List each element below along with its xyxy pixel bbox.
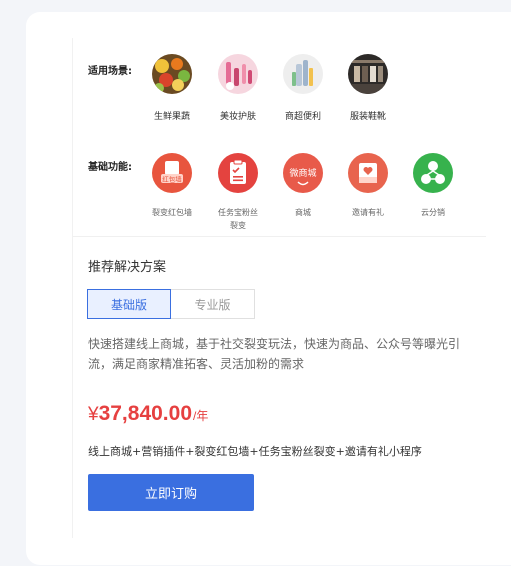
section-divider (73, 236, 486, 237)
tab-professional[interactable]: 专业版 (171, 289, 255, 319)
invitation-icon (348, 153, 388, 193)
divider (72, 38, 73, 538)
supermarket-photo (283, 54, 323, 94)
mall-icon: 微商城 (283, 153, 323, 193)
cosmetics-photo (218, 54, 258, 94)
scenes-label: 适用场景: (88, 66, 132, 77)
solution-title: 推荐解决方案 (88, 260, 167, 275)
scene-supermarket: 商超便利 (268, 54, 338, 122)
buy-now-button[interactable]: 立即订购 (88, 474, 254, 511)
task-list-icon (218, 153, 258, 193)
feature-red-envelope-wall[interactable]: 红包墙 裂变红包墙 (137, 153, 207, 219)
feature-name: 邀请有礼 (352, 208, 384, 217)
feature-cloud-distribution[interactable]: 云分销 (398, 153, 468, 219)
distribution-icon (413, 153, 453, 193)
features-label: 基础功能: (88, 162, 132, 173)
feature-name: 商城 (295, 208, 311, 217)
scene-name: 生鲜果蔬 (153, 112, 190, 122)
price-unit: /年 (193, 409, 209, 423)
red-envelope-icon: 红包墙 (152, 153, 192, 193)
feature-name: 任务宝粉丝 裂变 (218, 208, 258, 230)
price: ¥37,840.00/年 (88, 402, 208, 426)
scene-fresh-produce: 生鲜果蔬 (137, 54, 207, 122)
scene-name: 服装鞋靴 (349, 112, 386, 122)
plan-includes: 线上商城+营销插件+裂变红包墙+任务宝粉丝裂变+邀请有礼小程序 (88, 445, 422, 458)
tab-basic[interactable]: 基础版 (87, 289, 171, 319)
price-amount: 37,840.00 (98, 402, 193, 425)
red-envelope-badge: 红包墙 (162, 175, 182, 184)
feature-task-fission[interactable]: 任务宝粉丝 裂变 (203, 153, 273, 232)
scene-cosmetics: 美妆护肤 (203, 54, 273, 122)
plan-description: 快速搭建线上商城，基于社交裂变玩法，快速为商品、公众号等曝光引流，满足商家精准拓… (88, 337, 461, 371)
feature-mall[interactable]: 微商城 商城 (268, 153, 338, 219)
feature-name: 裂变红包墙 (152, 208, 192, 217)
mall-badge: 微商城 (289, 167, 316, 179)
price-currency: ¥ (88, 404, 99, 425)
feature-invite-reward[interactable]: 邀请有礼 (333, 153, 403, 219)
plan-tabs: 基础版 专业版 (87, 289, 255, 319)
scene-clothing: 服装鞋靴 (333, 54, 403, 122)
scene-name: 美妆护肤 (219, 112, 256, 122)
feature-name: 云分销 (421, 208, 445, 217)
fresh-produce-photo (152, 54, 192, 94)
clothing-store-photo (348, 54, 388, 94)
scene-name: 商超便利 (284, 112, 321, 122)
